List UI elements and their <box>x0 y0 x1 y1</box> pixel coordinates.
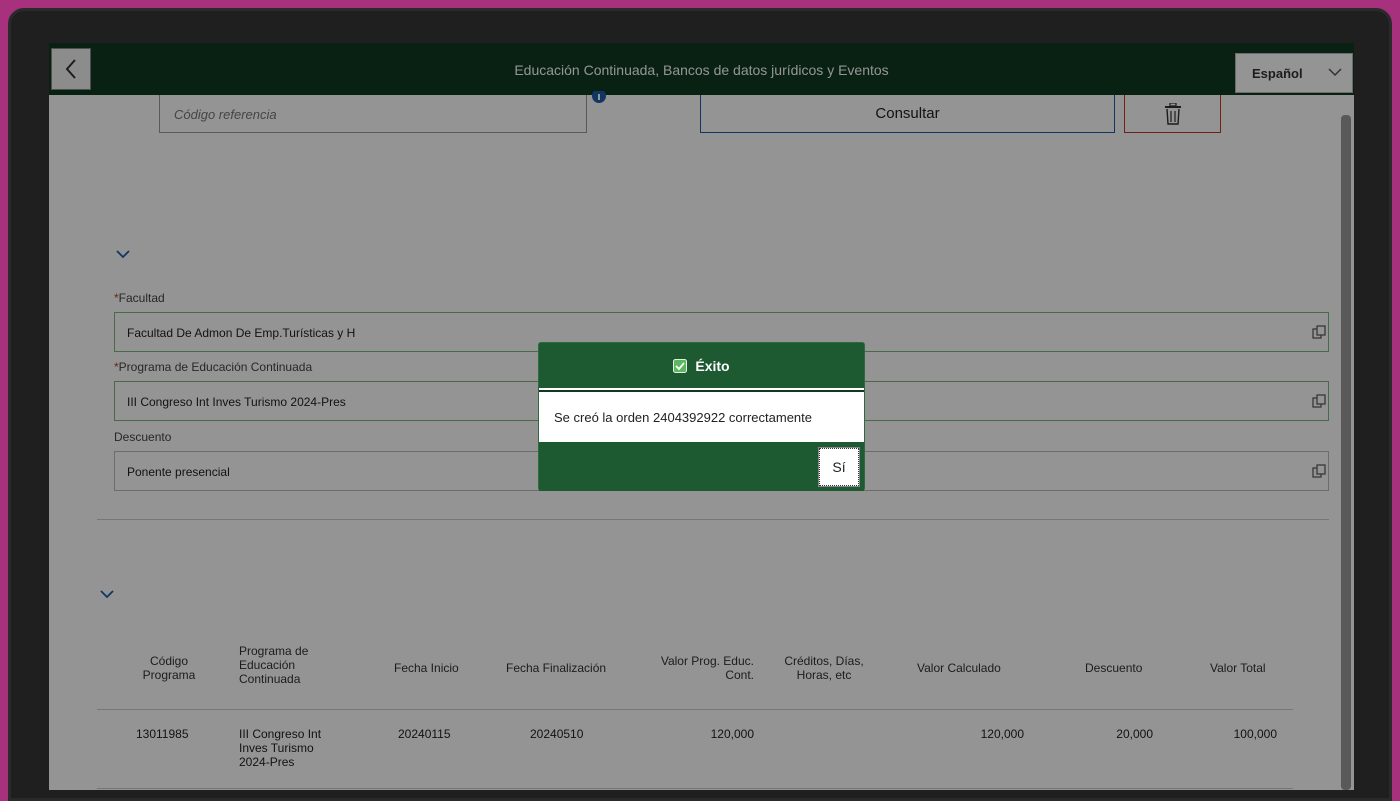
dialog-message: Se creó la orden 2404392922 correctament… <box>539 392 864 442</box>
check-icon <box>673 358 688 373</box>
app-screen: Educación Continuada, Bancos de datos ju… <box>49 43 1354 790</box>
dialog-footer: Sí <box>539 442 864 491</box>
success-dialog: Éxito Se creó la orden 2404392922 correc… <box>538 342 865 491</box>
dialog-header: Éxito <box>539 343 864 390</box>
dialog-title: Éxito <box>695 357 730 374</box>
yes-button[interactable]: Sí <box>818 447 860 487</box>
